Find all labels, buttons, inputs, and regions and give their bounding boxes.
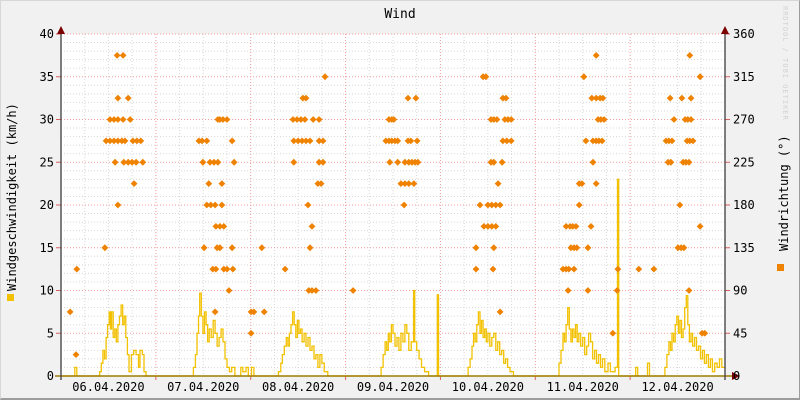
svg-text:07.04.2020: 07.04.2020 [167, 380, 239, 394]
svg-text:225: 225 [733, 155, 755, 169]
svg-text:40: 40 [40, 27, 54, 41]
svg-text:09.04.2020: 09.04.2020 [357, 380, 429, 394]
svg-text:10.04.2020: 10.04.2020 [452, 380, 524, 394]
wind-chart: Wind Windgeschwindigkeit (km/h) Windrich… [0, 0, 800, 400]
svg-text:25: 25 [40, 155, 54, 169]
svg-text:90: 90 [733, 284, 747, 298]
svg-text:0: 0 [47, 369, 54, 383]
svg-text:315: 315 [733, 70, 755, 84]
svg-text:10: 10 [40, 284, 54, 298]
svg-text:270: 270 [733, 113, 755, 127]
svg-text:15: 15 [40, 241, 54, 255]
svg-text:06.04.2020: 06.04.2020 [72, 380, 144, 394]
svg-text:180: 180 [733, 198, 755, 212]
svg-text:0: 0 [733, 369, 740, 383]
svg-text:45: 45 [733, 326, 747, 340]
svg-text:360: 360 [733, 27, 755, 41]
svg-text:12.04.2020: 12.04.2020 [641, 380, 713, 394]
date-labels: 06.04.2020 07.04.2020 08.04.2020 09.04.2020… [72, 380, 713, 394]
plot-canvas: 0 5 10 15 20 25 30 35 40 0 45 90 135 180 225 270 315 360 0… [40, 26, 755, 394]
svg-text:20: 20 [40, 198, 54, 212]
svg-text:08.04.2020: 08.04.2020 [262, 380, 334, 394]
svg-text:30: 30 [40, 113, 54, 127]
svg-text:11.04.2020: 11.04.2020 [547, 380, 619, 394]
svg-text:135: 135 [733, 241, 755, 255]
svg-text:5: 5 [47, 326, 54, 340]
svg-text:35: 35 [40, 70, 54, 84]
